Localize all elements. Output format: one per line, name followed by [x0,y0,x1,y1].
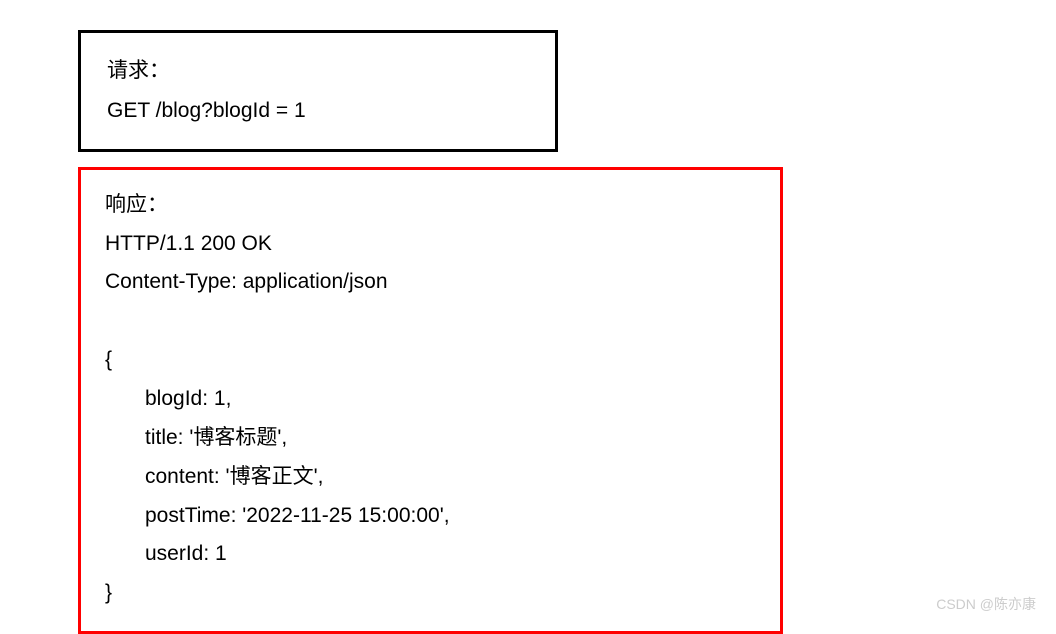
response-body-line: title: '博客标题', [105,419,756,458]
response-body-line: blogId: 1, [105,380,756,419]
response-status-line: HTTP/1.1 200 OK [105,225,756,264]
response-body-close: } [105,574,756,613]
request-label: 请求： [107,51,529,91]
response-content-type: Content-Type: application/json [105,263,756,302]
request-box: 请求： GET /blog?blogId = 1 [78,30,558,152]
response-body-line: postTime: '2022-11-25 15:00:00', [105,497,756,536]
response-box: 响应： HTTP/1.1 200 OK Content-Type: applic… [78,167,783,634]
watermark: CSDN @陈亦康 [936,594,1036,614]
response-body-open: { [105,341,756,380]
response-body-line: userId: 1 [105,535,756,574]
response-body-line: content: '博客正文', [105,458,756,497]
blank-line [105,302,756,341]
request-line: GET /blog?blogId = 1 [107,91,529,131]
response-label: 响应： [105,186,756,225]
